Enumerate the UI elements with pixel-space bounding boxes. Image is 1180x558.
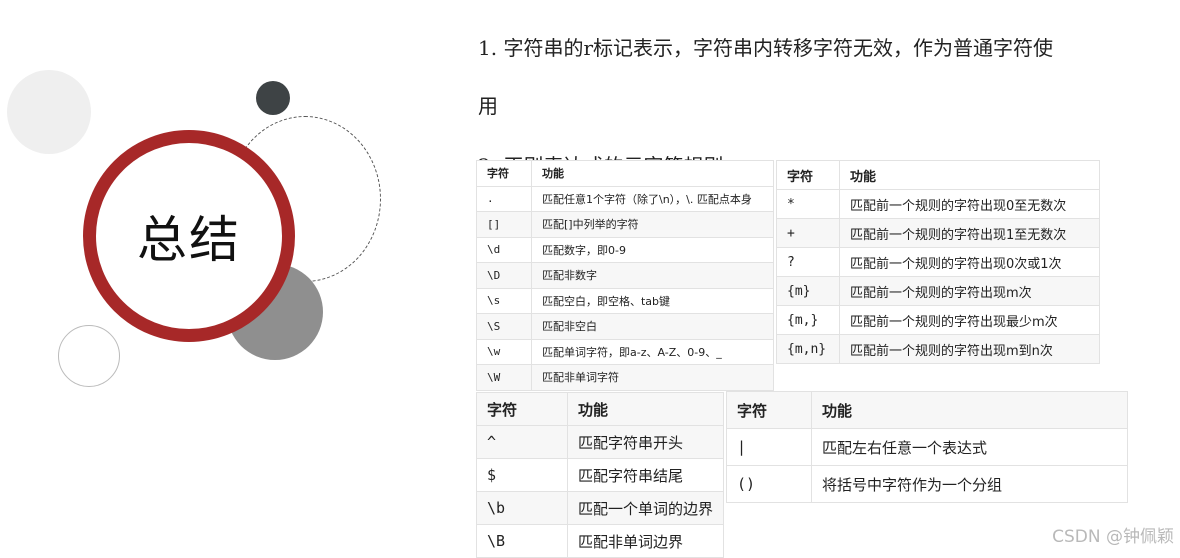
table-header-row: 字符 功能 [776,160,1100,190]
table-row: \D 匹配非数字 [476,262,774,289]
char-cell: \d [476,236,532,263]
header-char: 字符 [726,391,812,429]
char-cell: + [776,218,840,248]
char-cell: {m} [776,276,840,306]
function-cell: 匹配任意1个字符（除了\n），\. 匹配点本身 [531,185,774,212]
table-groups: 字符 功能 | 匹配左右任意一个表达式() 将括号中字符作为一个分组 [726,391,1128,503]
header-char: 字符 [476,392,568,426]
table-row: ? 匹配前一个规则的字符出现0次或1次 [776,247,1100,277]
table-row: ^ 匹配字符串开头 [476,425,725,459]
header-function: 功能 [811,391,1128,429]
char-cell: * [776,189,840,219]
table-row: \s 匹配空白，即空格、tab键 [476,287,774,314]
table-row: + 匹配前一个规则的字符出现1至无数次 [776,218,1100,248]
title-ring: 总结 [83,130,295,342]
char-cell: ? [776,247,840,277]
slide-title: 总结 [137,211,241,269]
header-char: 字符 [476,160,532,187]
function-cell: 匹配单词字符，即a-z、A-Z、0-9、_ [531,338,774,365]
table-row: $ 匹配字符串结尾 [476,458,725,492]
table-row: . 匹配任意1个字符（除了\n），\. 匹配点本身 [476,185,774,212]
point-1-line-2: 用 [478,94,498,118]
function-cell: 匹配前一个规则的字符出现0次或1次 [839,247,1100,277]
decor-circle-outline [58,325,120,387]
function-cell: 匹配数字，即0-9 [531,236,774,263]
decor-circle-dark [256,81,290,115]
function-cell: 匹配非数字 [531,262,774,289]
point-1-line-1: 1. 字符串的r标记表示，字符串内转移字符无效，作为普通字符使 [478,36,1053,60]
char-cell: () [726,465,812,503]
char-cell: {m,} [776,305,840,335]
function-cell: 匹配前一个规则的字符出现m到n次 [839,334,1100,364]
char-cell: \w [476,338,532,365]
table-row: * 匹配前一个规则的字符出现0至无数次 [776,189,1100,219]
table-header-row: 字符 功能 [726,391,1128,429]
table-row: {m,n} 匹配前一个规则的字符出现m到n次 [776,334,1100,364]
table-header-row: 字符 功能 [476,160,774,187]
function-cell: 匹配前一个规则的字符出现最少m次 [839,305,1100,335]
char-cell: \S [476,313,532,340]
char-cell: {m,n} [776,334,840,364]
table-row: \d 匹配数字，即0-9 [476,236,774,263]
table-row: {m} 匹配前一个规则的字符出现m次 [776,276,1100,306]
char-cell: ^ [476,425,568,459]
function-cell: 匹配前一个规则的字符出现1至无数次 [839,218,1100,248]
table-row: \S 匹配非空白 [476,313,774,340]
table-header-row: 字符 功能 [476,392,725,426]
table-row: \W 匹配非单词字符 [476,364,774,391]
char-cell: $ [476,458,568,492]
function-cell: 匹配非单词字符 [531,364,774,391]
table-row: \w 匹配单词字符，即a-z、A-Z、0-9、_ [476,338,774,365]
char-cell: \W [476,364,532,391]
function-cell: 将括号中字符作为一个分组 [811,465,1128,503]
function-cell: 匹配前一个规则的字符出现0至无数次 [839,189,1100,219]
table-quantifiers: 字符 功能 * 匹配前一个规则的字符出现0至无数次 + 匹配前一个规则的字符出现1至无… [776,160,1100,364]
table-row: \b 匹配一个单词的边界 [476,491,725,525]
char-cell: \D [476,262,532,289]
table-boundaries: 字符 功能 ^ 匹配字符串开头 $ 匹配字符串结尾 \b 匹配一个单词的边界 \B 匹配非单词… [476,392,725,558]
watermark: CSDN @钟佩颖 [1052,527,1174,547]
header-function: 功能 [839,160,1100,190]
table-basic-metachars: 字符 功能 . 匹配任意1个字符（除了\n），\. 匹配点本身[] 匹配[]中列举的… [476,160,774,391]
char-cell: [] [476,211,532,238]
header-function: 功能 [531,160,774,187]
char-cell: | [726,428,812,466]
function-cell: 匹配非空白 [531,313,774,340]
function-cell: 匹配一个单词的边界 [566,491,725,525]
char-cell: \s [476,287,532,314]
char-cell: . [476,185,532,212]
function-cell: 匹配空白，即空格、tab键 [531,287,774,314]
function-cell: 匹配左右任意一个表达式 [811,428,1128,466]
table-row: | 匹配左右任意一个表达式 [726,428,1128,466]
header-function: 功能 [566,392,725,426]
function-cell: 匹配前一个规则的字符出现m次 [839,276,1100,306]
table-row: [] 匹配[]中列举的字符 [476,211,774,238]
table-row: {m,} 匹配前一个规则的字符出现最少m次 [776,305,1100,335]
table-row: () 将括号中字符作为一个分组 [726,465,1128,503]
char-cell: \b [476,491,568,525]
decor-circle-light [7,70,91,154]
function-cell: 匹配字符串开头 [566,425,725,459]
function-cell: 匹配字符串结尾 [566,458,725,492]
function-cell: 匹配[]中列举的字符 [531,211,774,238]
header-char: 字符 [776,160,840,190]
